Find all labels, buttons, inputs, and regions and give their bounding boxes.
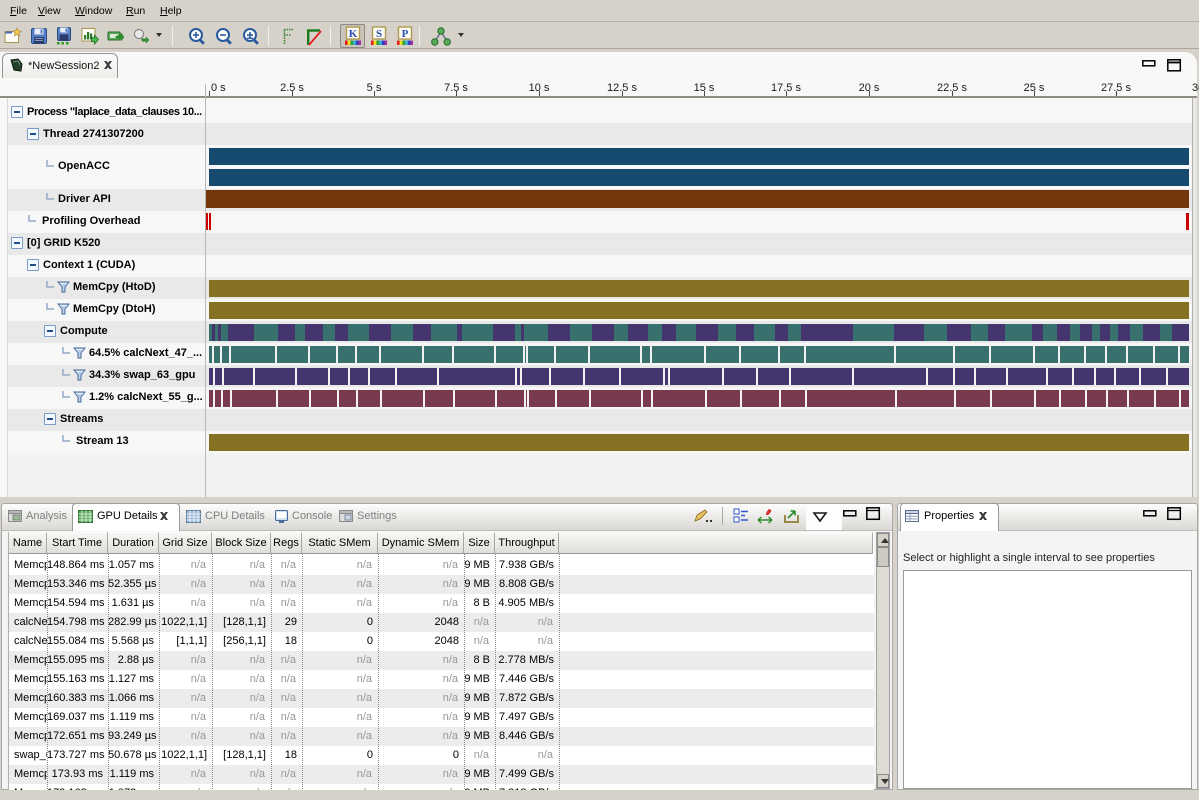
- svg-text:P: P: [402, 28, 409, 40]
- svg-text:S: S: [376, 28, 382, 40]
- svg-text:K: K: [349, 28, 358, 40]
